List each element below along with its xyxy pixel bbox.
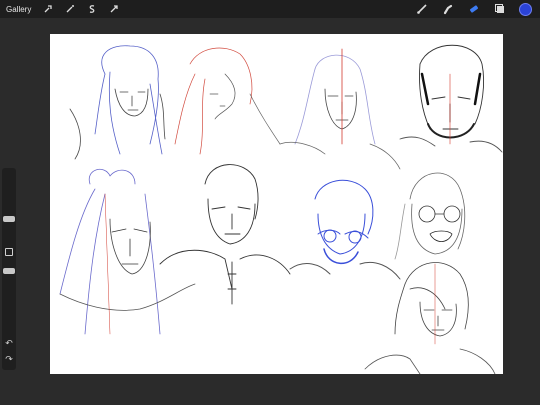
eraser-icon[interactable] [467,2,481,16]
sketch-artwork [59,44,503,374]
brush-size-slider[interactable] [3,216,15,222]
layers-icon[interactable] [493,2,507,16]
gallery-button[interactable]: Gallery [6,5,31,14]
sketch-face-8 [394,172,466,260]
sketch-face-2 [174,47,281,155]
opacity-slider[interactable] [3,268,15,274]
top-toolbar: Gallery [0,0,540,18]
brush-icon[interactable] [415,2,429,16]
sketch-face-9 [364,262,496,374]
right-tool-group [415,2,532,16]
undo-arrow-icon[interactable]: ↶ [4,338,14,348]
selection-s-icon[interactable] [85,2,99,16]
left-tool-group [41,2,121,16]
sketch-face-3 [279,48,401,170]
redo-arrow-icon[interactable]: ↷ [4,354,14,364]
color-picker-button[interactable] [519,2,532,16]
sketch-face-6 [159,164,291,305]
smudge-icon[interactable] [441,2,455,16]
transform-arrow-icon[interactable] [107,2,121,16]
sketch-face-1 [69,45,166,160]
modify-square-icon[interactable] [5,248,13,256]
sketch-face-4 [399,44,503,153]
sketch-face-7 [289,179,401,280]
drawing-canvas[interactable] [50,34,503,374]
wrench-icon[interactable] [41,2,55,16]
sketch-face-5 [59,168,196,335]
magic-wand-icon[interactable] [63,2,77,16]
left-sidebar: ↶ ↷ [2,168,16,370]
